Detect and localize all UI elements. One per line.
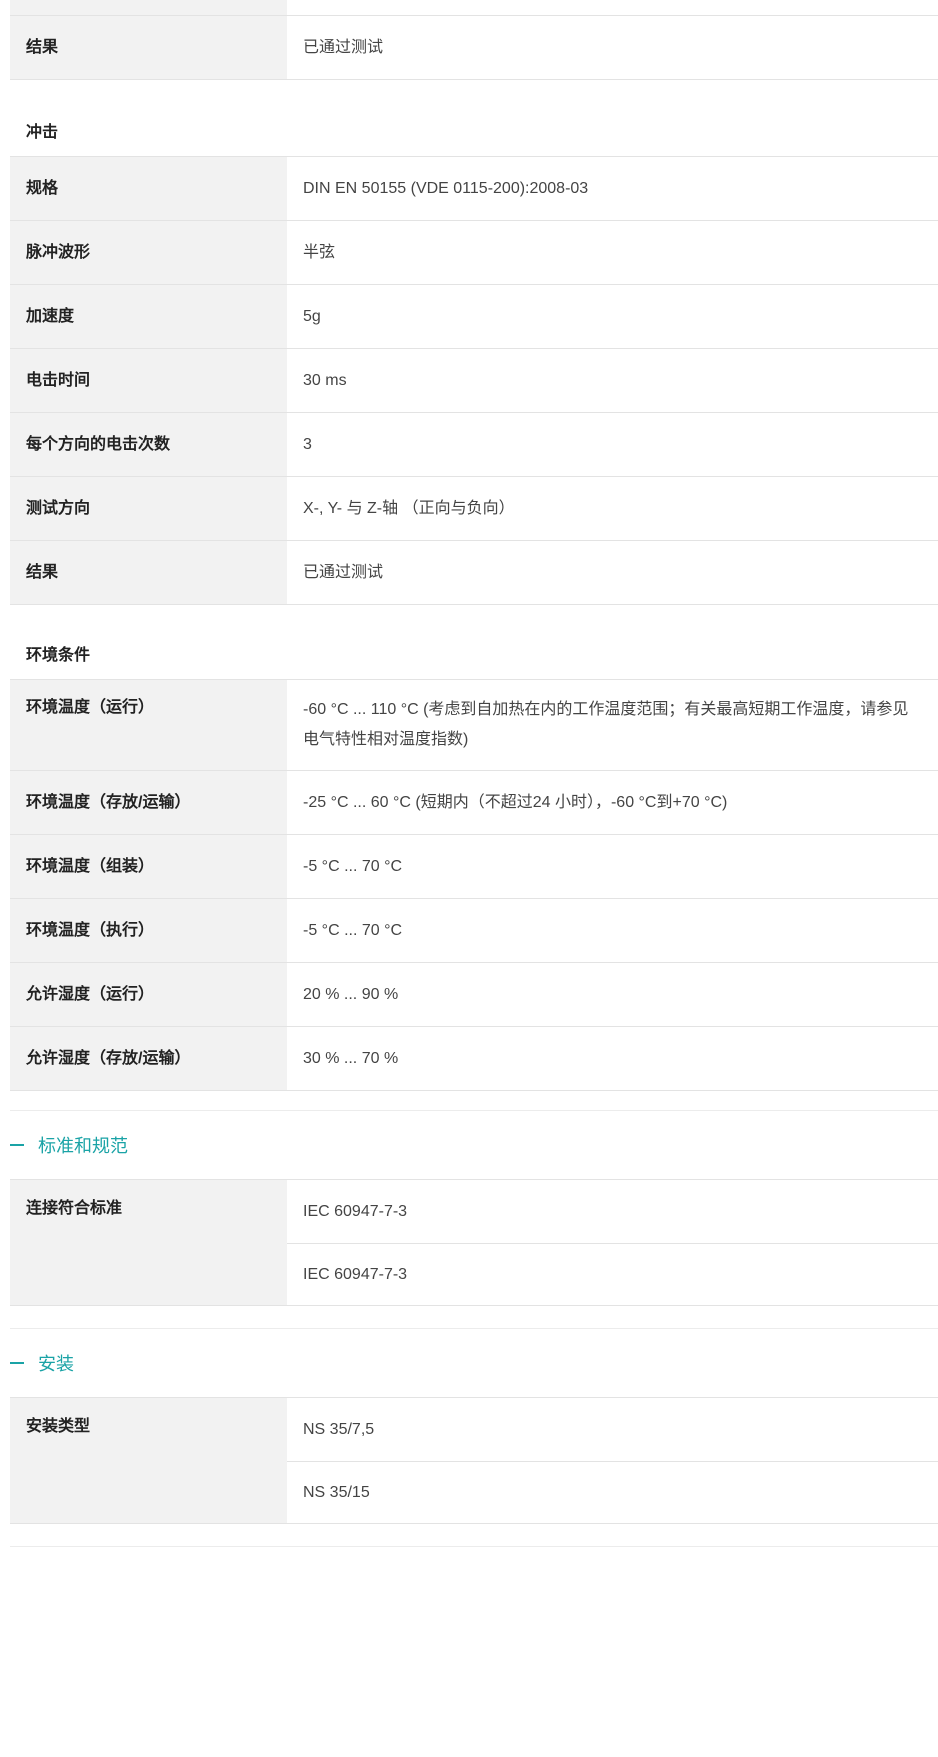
row-value: 已通过测试 — [303, 38, 384, 56]
table-row: 电击时间 30 ms — [10, 349, 938, 413]
row-value: -5 °C ... 70 °C — [303, 921, 403, 939]
row-label: 规格 — [10, 157, 287, 220]
row-value: 20 % ... 90 % — [303, 985, 399, 1003]
table-row: 测试方向 X-, Y- 与 Z-轴 （正向与负向） — [10, 477, 938, 541]
mounting-group: 安装类型 NS 35/7,5 NS 35/15 — [10, 1397, 938, 1524]
row-label: 允许湿度（存放/运输） — [10, 1027, 287, 1090]
row-label: 加速度 — [10, 285, 287, 348]
row-value: IEC 60947-7-3 — [287, 1243, 938, 1305]
row-label: 电击时间 — [10, 349, 287, 412]
row-label: 脉冲波形 — [10, 221, 287, 284]
table-row: 允许湿度（存放/运输） 30 % ... 70 % — [10, 1027, 938, 1091]
row-value: 半弦 — [303, 243, 336, 261]
section-toggle-standards[interactable]: 标准和规范 — [10, 1130, 128, 1160]
table-row: 环境温度（执行） -5 °C ... 70 °C — [10, 899, 938, 963]
row-label: 环境温度（组装） — [10, 835, 287, 898]
row-label: 连接符合标准 — [10, 1180, 287, 1305]
section-divider — [10, 1110, 938, 1111]
table-row: 规格 DIN EN 50155 (VDE 0115-200):2008-03 — [10, 156, 938, 221]
section-title: 安装 — [38, 1354, 74, 1374]
subsection-title-shock: 冲击 — [26, 124, 59, 141]
row-value: NS 35/7,5 — [303, 1420, 375, 1438]
collapse-icon — [10, 1362, 24, 1364]
row-value: X-, Y- 与 Z-轴 （正向与负向） — [303, 499, 515, 517]
table-row: 环境温度（运行） -60 °C ... 110 °C (考虑到自加热在内的工作温… — [10, 679, 938, 771]
collapse-icon — [10, 1144, 24, 1146]
section-title: 标准和规范 — [38, 1136, 128, 1156]
row-value: 30 % ... 70 % — [303, 1049, 399, 1067]
row-values: NS 35/7,5 NS 35/15 — [287, 1398, 938, 1523]
row-label: 允许湿度（运行） — [10, 963, 287, 1026]
table-row: 加速度 5g — [10, 285, 938, 349]
row-value: -25 °C ... 60 °C (短期内（不超过24 小时），-60 °C到+… — [303, 793, 728, 811]
table-row: 环境温度（组装） -5 °C ... 70 °C — [10, 835, 938, 899]
section-divider — [10, 1546, 938, 1547]
row-value: -5 °C ... 70 °C — [303, 857, 403, 875]
top-table: 结果 已通过测试 — [10, 0, 938, 80]
table-row: 环境温度（存放/运输） -25 °C ... 60 °C (短期内（不超过24 … — [10, 771, 938, 835]
row-label: 结果 — [10, 16, 287, 79]
table-row: 结果 已通过测试 — [10, 541, 938, 605]
shock-table: 规格 DIN EN 50155 (VDE 0115-200):2008-03 脉… — [10, 156, 938, 605]
standards-group: 连接符合标准 IEC 60947-7-3 IEC 60947-7-3 — [10, 1179, 938, 1306]
subsection-title-environment: 环境条件 — [26, 647, 91, 664]
row-values: IEC 60947-7-3 IEC 60947-7-3 — [287, 1180, 938, 1305]
table-row: 结果 已通过测试 — [10, 16, 938, 80]
table-row — [10, 0, 938, 16]
row-label: 每个方向的电击次数 — [10, 413, 287, 476]
row-value: NS 35/15 — [287, 1461, 938, 1523]
row-value: 已通过测试 — [303, 563, 384, 581]
row-value: IEC 60947-7-3 — [303, 1202, 408, 1220]
row-label: 测试方向 — [10, 477, 287, 540]
row-value: 30 ms — [303, 371, 347, 389]
row-value — [287, 0, 938, 15]
table-row: 允许湿度（运行） 20 % ... 90 % — [10, 963, 938, 1027]
environment-table: 环境温度（运行） -60 °C ... 110 °C (考虑到自加热在内的工作温… — [10, 679, 938, 1091]
row-label: 环境温度（运行） — [10, 680, 287, 770]
row-value: DIN EN 50155 (VDE 0115-200):2008-03 — [303, 179, 589, 197]
row-label: 安装类型 — [10, 1398, 287, 1523]
row-value: 5g — [303, 307, 321, 325]
row-value: -60 °C ... 110 °C (考虑到自加热在内的工作温度范围；有关最高短… — [303, 701, 909, 748]
section-divider — [10, 1328, 938, 1329]
table-row: 每个方向的电击次数 3 — [10, 413, 938, 477]
row-label: 环境温度（执行） — [10, 899, 287, 962]
section-toggle-mounting[interactable]: 安装 — [10, 1348, 74, 1378]
spec-page: 结果 已通过测试 冲击 规格 DIN EN 50155 (VDE 0115-20… — [0, 0, 938, 1757]
table-row: 脉冲波形 半弦 — [10, 221, 938, 285]
row-label — [10, 0, 287, 15]
row-value: 3 — [303, 435, 312, 453]
row-label: 结果 — [10, 541, 287, 604]
row-label: 环境温度（存放/运输） — [10, 771, 287, 834]
